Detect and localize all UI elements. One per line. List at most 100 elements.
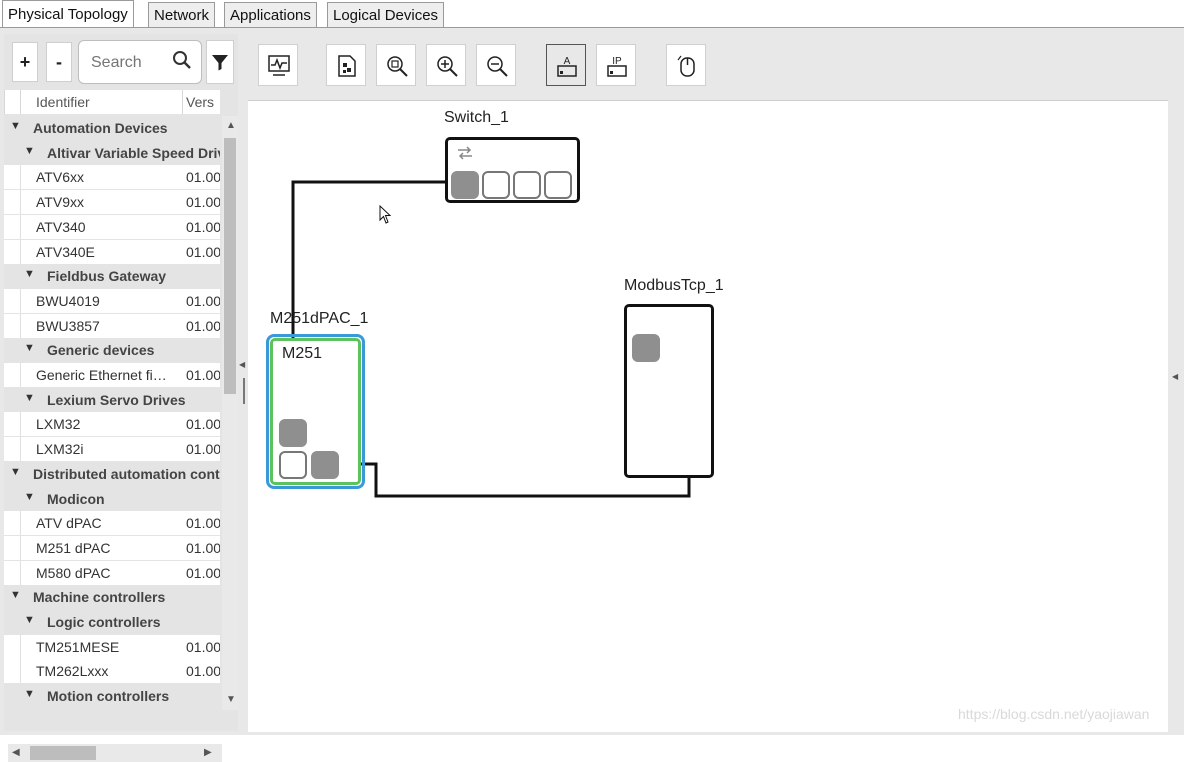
tree-item[interactable]: ATV9xx 01.00 [4, 190, 220, 215]
modbus-device[interactable] [624, 304, 714, 478]
topology-canvas[interactable]: Switch_1 M251dPAC_1 M251 ModbusTcp_1 [248, 100, 1168, 732]
tree-group[interactable]: ▼ Logic controllers [4, 610, 220, 634]
tree-item-label: ATV9xx [36, 194, 84, 211]
switch-port-4[interactable] [544, 171, 572, 199]
tree-item[interactable]: M251 dPAC 01.00 [4, 535, 220, 560]
tree-item[interactable]: TM251MESE 01.00 [4, 634, 220, 659]
search-input[interactable] [89, 51, 173, 75]
expand-toggle-icon[interactable]: ▼ [24, 491, 35, 503]
tree-item[interactable]: TM262Lxxx 01.00 [4, 659, 220, 684]
tab-physical-topology[interactable]: Physical Topology [2, 0, 134, 28]
tab-network[interactable]: Network [148, 2, 216, 27]
tree-group-label: Distributed automation controllers [33, 465, 220, 482]
show-address-button[interactable]: A [546, 44, 586, 86]
tree-group-label: Modicon [47, 490, 105, 507]
scrollbar-thumb[interactable] [224, 138, 236, 394]
expand-toggle-icon[interactable]: ▼ [24, 614, 35, 626]
controller-port-3[interactable] [311, 451, 339, 479]
zoom-out-button[interactable] [476, 44, 516, 86]
switch-port-3[interactable] [513, 171, 541, 199]
filter-icon [212, 55, 228, 71]
scroll-left-icon[interactable]: ◀ [12, 747, 20, 758]
device-properties-icon [338, 55, 356, 77]
zoom-out-icon [487, 56, 508, 77]
tree-item[interactable]: ATV340 01.00 [4, 214, 220, 239]
device-properties-button[interactable] [326, 44, 366, 86]
expand-toggle-icon[interactable]: ▼ [24, 392, 35, 404]
scroll-down-icon[interactable]: ▼ [226, 694, 236, 705]
expand-toggle-icon[interactable]: ▼ [24, 145, 35, 157]
identifier-column-header[interactable]: Identifier [36, 94, 90, 110]
monitor-button[interactable] [258, 44, 298, 86]
expand-toggle-icon[interactable]: ▼ [24, 268, 35, 280]
device-tree: Identifier Vers ▼ Automation Devices ▼ Alti… [4, 90, 220, 710]
modbus-port-1[interactable] [632, 334, 660, 362]
zoom-fit-button[interactable] [376, 44, 416, 86]
topology-toolbar: A IP [248, 34, 1168, 96]
controller-selection[interactable]: M251 [266, 334, 365, 489]
filter-button[interactable] [206, 40, 234, 84]
tree-group[interactable]: ▼ Fieldbus Gateway [4, 264, 220, 289]
zoom-in-button[interactable] [426, 44, 466, 86]
tree-group[interactable]: ▼ Altivar Variable Speed Drives [4, 140, 220, 165]
tab-applications[interactable]: Applications [224, 2, 317, 27]
tree-item-version: 01.00 [186, 243, 220, 260]
panel-splitter[interactable]: ◀ [238, 34, 246, 731]
tree-group[interactable]: ▼ Motion controllers [4, 684, 220, 709]
tree-group[interactable]: ▼ Modicon [4, 486, 220, 511]
collapse-all-button[interactable]: - [46, 42, 72, 82]
show-ip-button[interactable]: IP [596, 44, 636, 86]
controller-device[interactable]: M251 [270, 338, 361, 485]
watermark: https://blog.csdn.net/yaojiawan [958, 706, 1150, 722]
tree-vertical-scrollbar[interactable]: ▲ ▼ [222, 116, 238, 710]
tree-item-label: ATV6xx [36, 169, 84, 186]
tree-group-label: Lexium Servo Drives [47, 391, 186, 408]
collapse-left-icon[interactable]: ◀ [239, 360, 245, 369]
version-column-header[interactable]: Vers [186, 94, 214, 110]
tree-item[interactable]: M580 dPAC 01.00 [4, 560, 220, 585]
tree-item[interactable]: BWU3857 01.00 [4, 313, 220, 338]
scroll-up-icon[interactable]: ▲ [226, 120, 236, 131]
mouse-cursor-icon [379, 205, 392, 224]
tree-group-label: Logic controllers [47, 614, 161, 630]
expand-toggle-icon[interactable]: ▼ [10, 589, 21, 601]
tree-item[interactable]: ATV6xx 01.00 [4, 165, 220, 190]
tree-item[interactable]: LXM32i 01.00 [4, 437, 220, 462]
device-catalog-panel: + - Identifier Vers ▼Automation Devices▼… [4, 34, 238, 762]
tree-group-label: Altivar Variable Speed Drives [47, 144, 220, 161]
scroll-right-icon[interactable]: ▶ [204, 747, 212, 758]
tree-item-version: 01.00 [186, 169, 220, 186]
tree-item[interactable]: Generic Ethernet fi… 01.00 [4, 363, 220, 387]
expand-all-button[interactable]: + [12, 42, 38, 82]
tree-group[interactable]: ▼ Automation Devices [4, 116, 220, 140]
expand-toggle-icon[interactable]: ▼ [24, 342, 35, 354]
tree-item-version: 01.00 [186, 638, 220, 655]
splitter-grip [243, 378, 245, 404]
right-panel-collapse[interactable]: ◀ [1168, 34, 1184, 731]
tree-item[interactable]: BWU4019 01.00 [4, 288, 220, 313]
collapse-right-icon[interactable]: ◀ [1172, 372, 1178, 381]
tree-item[interactable]: LXM32 01.00 [4, 412, 220, 437]
tree-horizontal-scrollbar[interactable]: ◀ ▶ [8, 744, 222, 762]
tree-item[interactable]: ATV dPAC 01.00 [4, 511, 220, 536]
tree-group[interactable]: ▼ Machine controllers [4, 585, 220, 610]
scrollbar-thumb[interactable] [30, 746, 96, 760]
controller-port-1[interactable] [279, 419, 307, 447]
controller-port-2[interactable] [279, 451, 307, 479]
mouse-mode-button[interactable] [666, 44, 706, 86]
tree-item[interactable]: ATV340E 01.00 [4, 239, 220, 264]
expand-toggle-icon[interactable]: ▼ [10, 120, 21, 132]
tab-logical-devices[interactable]: Logical Devices [327, 2, 445, 27]
tree-group[interactable]: ▼ Distributed automation controllers [4, 461, 220, 486]
switch-port-2[interactable] [482, 171, 510, 199]
switch-device[interactable] [445, 137, 580, 203]
switch-port-1[interactable] [451, 171, 479, 199]
expand-toggle-icon[interactable]: ▼ [24, 688, 35, 700]
expand-toggle-icon[interactable]: ▼ [10, 466, 21, 478]
controller-name: M251dPAC_1 [270, 310, 369, 327]
search-icon[interactable] [171, 49, 193, 71]
tree-item-label: BWU3857 [36, 317, 100, 334]
tree-item-version: 01.00 [186, 663, 220, 680]
tree-group[interactable]: ▼ Lexium Servo Drives [4, 387, 220, 412]
tree-group[interactable]: ▼ Generic devices [4, 338, 220, 363]
